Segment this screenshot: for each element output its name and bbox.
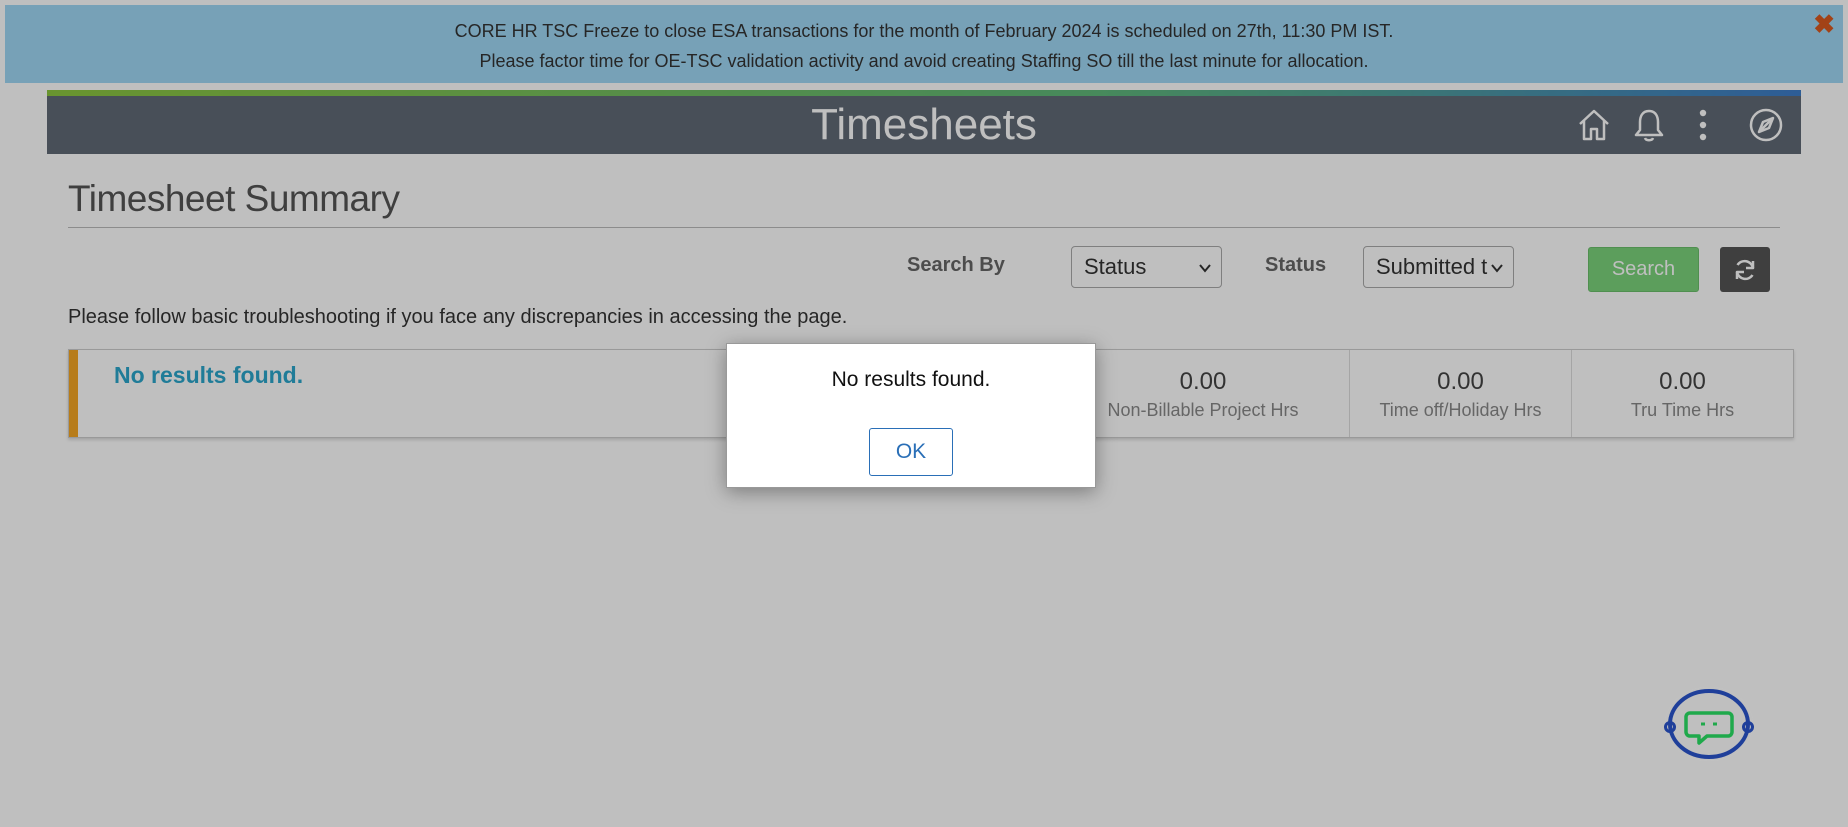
dialog-message: No results found. [831,368,991,391]
alert-dialog: No results found. OK [726,343,1096,488]
chatbot-icon[interactable] [1663,686,1755,762]
ok-button[interactable]: OK [869,428,953,476]
